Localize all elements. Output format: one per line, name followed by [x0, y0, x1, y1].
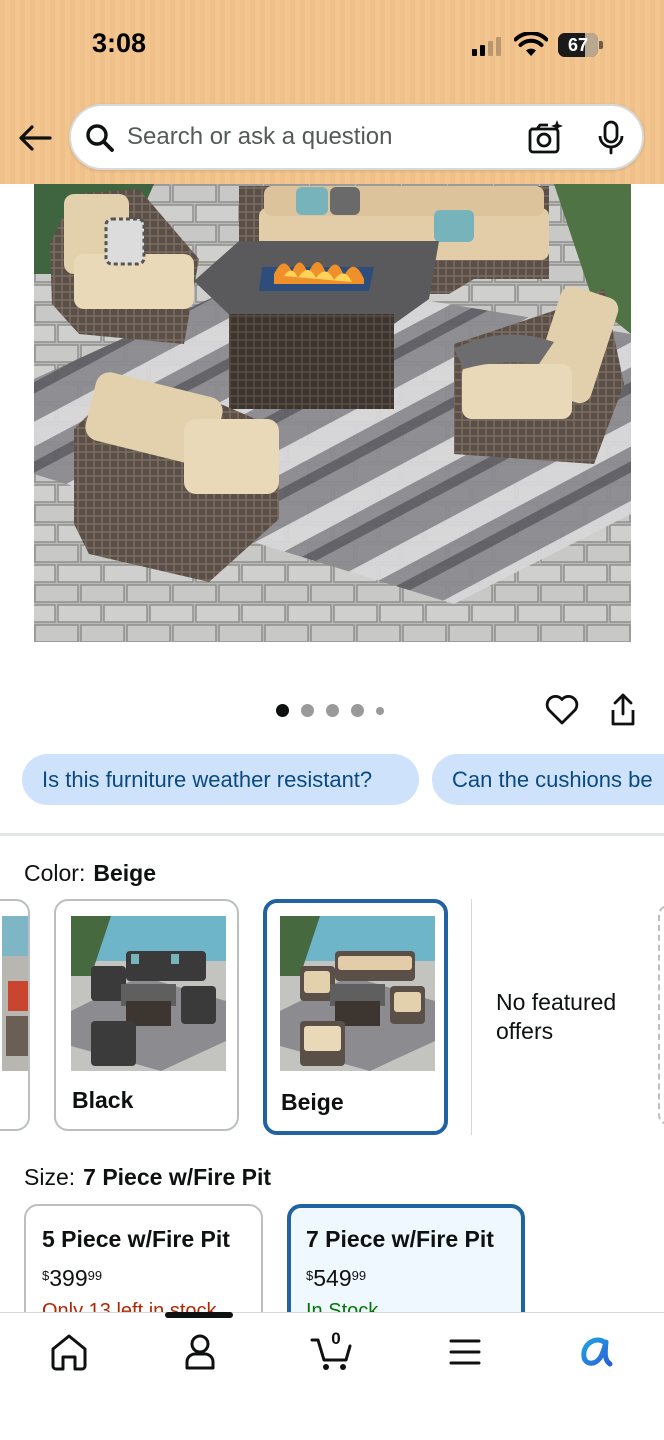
active-tab-indicator — [165, 1312, 233, 1318]
color-option-beige[interactable]: Beige — [263, 899, 448, 1135]
color-option-next[interactable] — [658, 905, 664, 1125]
color-thumbnail-beige — [280, 916, 435, 1071]
color-selector-label: Color: Beige — [24, 860, 156, 887]
battery-level: 67 — [567, 35, 589, 55]
product-image[interactable] — [34, 184, 631, 642]
battery-icon: 67 — [558, 33, 604, 57]
search-input[interactable] — [127, 118, 507, 156]
color-option-label: Beige — [281, 1089, 344, 1115]
search-bar[interactable] — [69, 104, 644, 170]
selected-size: 7 Piece w/Fire Pit — [83, 1164, 272, 1190]
wifi-icon — [514, 32, 548, 56]
pager-dot-4[interactable] — [351, 704, 364, 717]
size-option-name: 5 Piece w/Fire Pit — [42, 1226, 230, 1252]
color-option-previous[interactable] — [0, 899, 30, 1131]
size-selector-label: Size: 7 Piece w/Fire Pit — [24, 1164, 271, 1191]
home-icon[interactable] — [47, 1330, 91, 1374]
color-label: Color: — [24, 860, 86, 886]
cellular-signal-icon — [472, 36, 501, 56]
share-icon[interactable] — [606, 692, 640, 728]
pager-dot-2[interactable] — [301, 704, 314, 717]
back-arrow-icon[interactable] — [16, 120, 56, 156]
pager-dot-5[interactable] — [376, 706, 384, 715]
vertical-divider — [471, 899, 472, 1135]
top-header: 3:08 67 — [0, 0, 664, 184]
color-option-label: Black — [72, 1087, 134, 1113]
heart-icon[interactable] — [544, 692, 580, 728]
color-thumbnail-black — [71, 916, 226, 1071]
size-option-price: $39999 — [42, 1265, 103, 1291]
size-option-price: $54999 — [306, 1265, 367, 1291]
question-chip-cushions[interactable]: Can the cushions be — [432, 754, 664, 805]
microphone-icon[interactable] — [596, 120, 626, 156]
cart-count: 0 — [331, 1329, 341, 1348]
pager-dot-3[interactable] — [326, 704, 339, 717]
account-icon[interactable] — [178, 1330, 222, 1374]
menu-icon[interactable] — [443, 1330, 487, 1374]
size-option-name: 7 Piece w/Fire Pit — [306, 1226, 494, 1252]
pager-dot-1[interactable] — [276, 704, 289, 717]
selected-color: Beige — [93, 860, 156, 886]
rufus-icon[interactable] — [576, 1330, 620, 1374]
image-pager[interactable] — [276, 704, 384, 717]
color-option-black[interactable]: Black — [54, 899, 239, 1131]
no-featured-offers-text: No featured offers — [496, 989, 617, 1044]
search-icon — [86, 124, 114, 152]
question-chip-weather[interactable]: Is this furniture weather resistant? — [22, 754, 419, 805]
cart-tab[interactable]: 0 — [310, 1329, 354, 1374]
section-divider — [0, 833, 664, 836]
camera-scan-icon[interactable] — [526, 118, 564, 156]
size-label: Size: — [24, 1164, 76, 1190]
status-time: 3:08 — [92, 28, 147, 58]
